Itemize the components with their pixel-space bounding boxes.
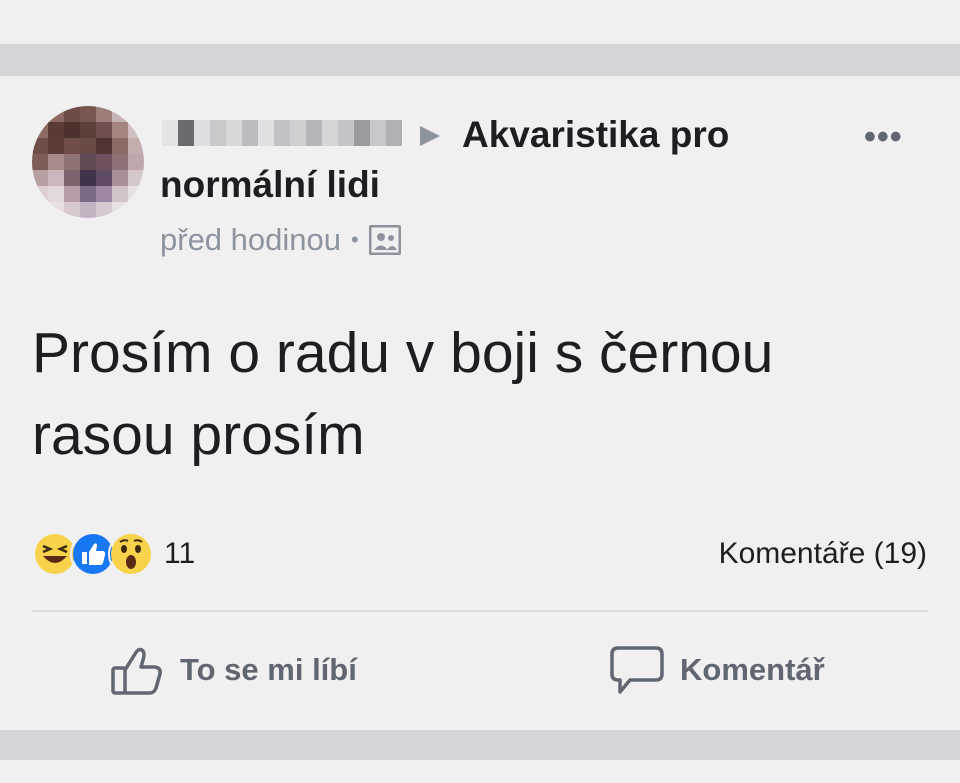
- comment-icon: [610, 646, 664, 694]
- next-post-edge: [0, 760, 960, 783]
- like-icon[interactable]: [30, 0, 74, 10]
- comment-button[interactable]: Komentář: [610, 642, 825, 698]
- wow-reaction-icon: [108, 531, 154, 577]
- group-members-icon: [368, 225, 401, 255]
- feed-separator: [0, 44, 960, 76]
- more-options-button[interactable]: •••: [864, 118, 903, 157]
- action-divider: [32, 610, 928, 612]
- previous-post-action-bar: [0, 0, 960, 44]
- like-button[interactable]: To se mi líbí: [110, 642, 357, 698]
- post-meta: před hodinou •: [160, 222, 401, 258]
- comment-icon[interactable]: [378, 0, 422, 10]
- post-card: Akvaristika pro normální lidi ••• před h…: [0, 76, 960, 730]
- meta-separator: •: [351, 227, 359, 252]
- avatar[interactable]: [32, 106, 144, 218]
- share-icon[interactable]: [718, 0, 762, 10]
- post-time[interactable]: před hodinou: [160, 222, 341, 258]
- like-icon: [111, 647, 162, 695]
- post-body-text: Prosím o radu v boji s černou rasou pros…: [32, 321, 774, 467]
- reaction-count: 11: [164, 537, 196, 570]
- like-button-label: To se mi líbí: [180, 652, 357, 687]
- group-name-link[interactable]: Akvaristika pro normální lidi: [160, 110, 800, 210]
- reactions-summary[interactable]: 11: [32, 531, 196, 577]
- comments-count-link[interactable]: Komentáře (19): [719, 532, 927, 576]
- feed-separator: [0, 730, 960, 760]
- comment-button-label: Komentář: [680, 652, 825, 687]
